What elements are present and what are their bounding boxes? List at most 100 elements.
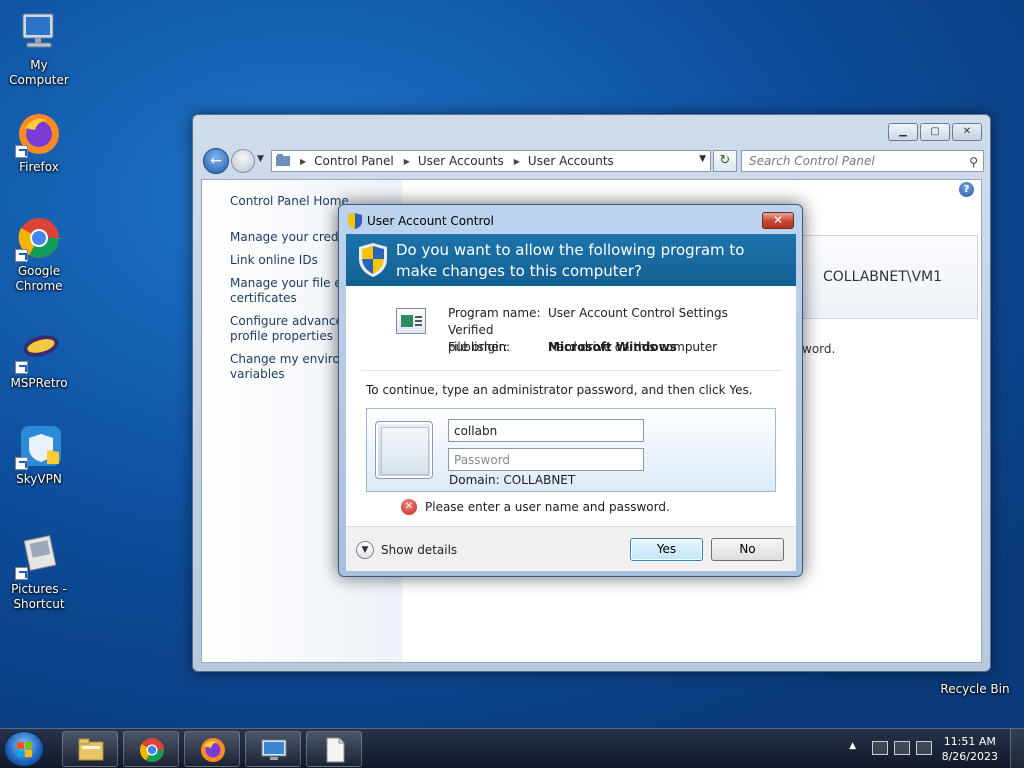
uac-large-shield-icon [359,243,387,277]
close-button[interactable]: ✕ [952,123,982,141]
pictures-folder-icon [15,532,63,580]
back-arrow-icon[interactable]: ← [203,148,229,174]
taskbar: ▲ 11:51 AM 8/26/2023 [0,728,1024,768]
address-bar[interactable]: ▶ Control Panel ▶ User Accounts ▶ User A… [271,150,711,172]
start-button[interactable] [4,731,44,767]
system-tray: ▲ 11:51 AM 8/26/2023 [824,729,1024,768]
desktop-icon-label: My Computer [9,58,69,87]
clock-date: 8/26/2023 [941,750,998,763]
search-icon[interactable]: ⚲ [969,152,978,172]
help-icon[interactable]: ? [959,182,974,197]
mspretro-icon [15,326,63,374]
chrome-icon [15,214,63,262]
program-name-row: Program name: User Account Control Settin… [448,305,728,322]
dialog-title: User Account Control [367,214,494,228]
blank-document-icon [326,737,345,763]
program-name-value: User Account Control Settings [548,306,728,320]
taskbar-google-chrome[interactable] [123,731,179,767]
shortcut-arrow-icon [15,249,28,262]
shortcut-arrow-icon [15,457,28,470]
forward-arrow-icon[interactable] [231,149,255,173]
maximize-button[interactable]: ▢ [920,123,950,141]
desktop-icon-label: MSPRetro [10,376,68,390]
user-account-tile: COLLABNET\VM1 [792,235,978,319]
chevron-down-icon[interactable]: ▼ [356,541,374,559]
firefox-icon [15,110,63,158]
desktop-icon-google-chrome[interactable]: Google Chrome [0,214,78,294]
clock[interactable]: 11:51 AM 8/26/2023 [942,734,998,764]
volume-muted-icon[interactable] [916,741,932,755]
yes-button[interactable]: Yes [630,538,703,561]
link-manage-credentials[interactable]: Manage your creden [230,230,354,245]
desktop-icon-skyvpn[interactable]: SkyVPN [0,422,78,487]
user-account-name: COLLABNET\VM1 [823,269,943,285]
minimize-button[interactable]: ▁ [888,123,918,141]
show-desktop-button[interactable] [1010,729,1024,768]
error-message: Please enter a user name and password. [425,500,670,514]
taskbar-remote-desktop[interactable] [245,731,301,767]
navigation-bar: ← ▼ ▶ Control Panel ▶ User Accounts ▶ Us… [203,148,984,174]
refresh-icon[interactable]: ↻ [713,150,737,172]
password-input[interactable] [448,448,644,471]
breadcrumb-separator-icon: ▶ [513,156,520,166]
desktop-icon-recycle-bin[interactable]: Recycle Bin [936,682,1014,697]
desktop-icon-label: Google Chrome [15,264,63,293]
breadcrumb-control-panel[interactable]: Control Panel [314,154,394,168]
desktop-icon-label: Recycle Bin [940,682,1010,696]
credential-box: Domain: COLLABNET [366,408,776,492]
breadcrumb-user-accounts[interactable]: User Accounts [418,154,504,168]
computer-icon [15,8,63,56]
network-icon[interactable] [894,741,910,755]
desktop-icon-label: SkyVPN [16,472,62,486]
uac-shield-icon [348,213,362,229]
recent-pages-chevron-icon[interactable]: ▼ [257,154,264,164]
clock-time: 11:51 AM [943,735,996,748]
link-control-panel-home[interactable]: Control Panel Home [230,194,349,209]
content-divider [361,370,781,371]
file-origin-row: File origin: Hard drive on this computer [448,339,717,356]
uac-banner: Do you want to allow the following progr… [346,234,796,286]
file-origin-value: Hard drive on this computer [548,340,718,354]
show-details-link[interactable]: Show details [381,543,457,557]
control-panel-folder-icon [276,153,290,169]
username-input[interactable] [448,419,644,442]
skyvpn-icon [15,422,63,470]
user-tile-avatar [375,421,433,479]
domain-label: Domain: COLLABNET [449,473,576,487]
uac-question: Do you want to allow the following progr… [396,241,745,280]
taskbar-windows-explorer[interactable] [62,731,118,767]
link-advanced-profile[interactable]: Configure advanced [230,314,351,329]
show-hidden-icons-chevron-icon[interactable]: ▲ [849,741,856,751]
action-center-flag-icon[interactable] [872,741,888,755]
shortcut-arrow-icon [15,145,28,158]
folder-icon [78,738,104,761]
taskbar-firefox[interactable] [184,731,240,767]
program-icon [396,308,426,334]
dialog-footer: ▼ Show details Yes No [346,526,796,571]
address-dropdown-chevron-icon[interactable]: ▼ [699,154,706,164]
desktop-icon-label: Pictures - Shortcut [11,582,67,611]
error-icon: ✕ [401,499,417,515]
search-input[interactable]: Search Control Panel ⚲ [741,150,984,172]
program-name-label: Program name: [448,306,541,320]
partial-text: word. [802,342,836,356]
desktop-icon-pictures-shortcut[interactable]: Pictures - Shortcut [0,532,78,612]
firefox-icon [201,738,225,762]
breadcrumb-separator-icon: ▶ [300,156,307,166]
link-advanced-profile-line2[interactable]: profile properties [230,329,333,344]
desktop-icon-firefox[interactable]: Firefox [0,110,78,175]
dialog-close-button[interactable]: ✕ [762,212,794,229]
link-online-ids[interactable]: Link online IDs [230,253,318,268]
file-origin-label: File origin: [448,340,511,354]
window-caption-buttons: ▁ ▢ ✕ [888,123,982,141]
desktop-icon-my-computer[interactable]: My Computer [0,8,78,88]
no-button[interactable]: No [711,538,784,561]
breadcrumb-separator-icon: ▶ [403,156,410,166]
taskbar-notepad[interactable] [306,731,362,767]
instruction-text: To continue, type an administrator passw… [366,383,753,397]
desktop-icon-mspretro[interactable]: MSPRetro [0,326,78,391]
user-account-control-dialog[interactable]: User Account Control ✕ Do you want to al… [338,204,803,577]
link-file-encryption-line2[interactable]: certificates [230,291,297,306]
link-environment-variables-line2[interactable]: variables [230,367,285,382]
breadcrumb-user-accounts-current[interactable]: User Accounts [528,154,614,168]
